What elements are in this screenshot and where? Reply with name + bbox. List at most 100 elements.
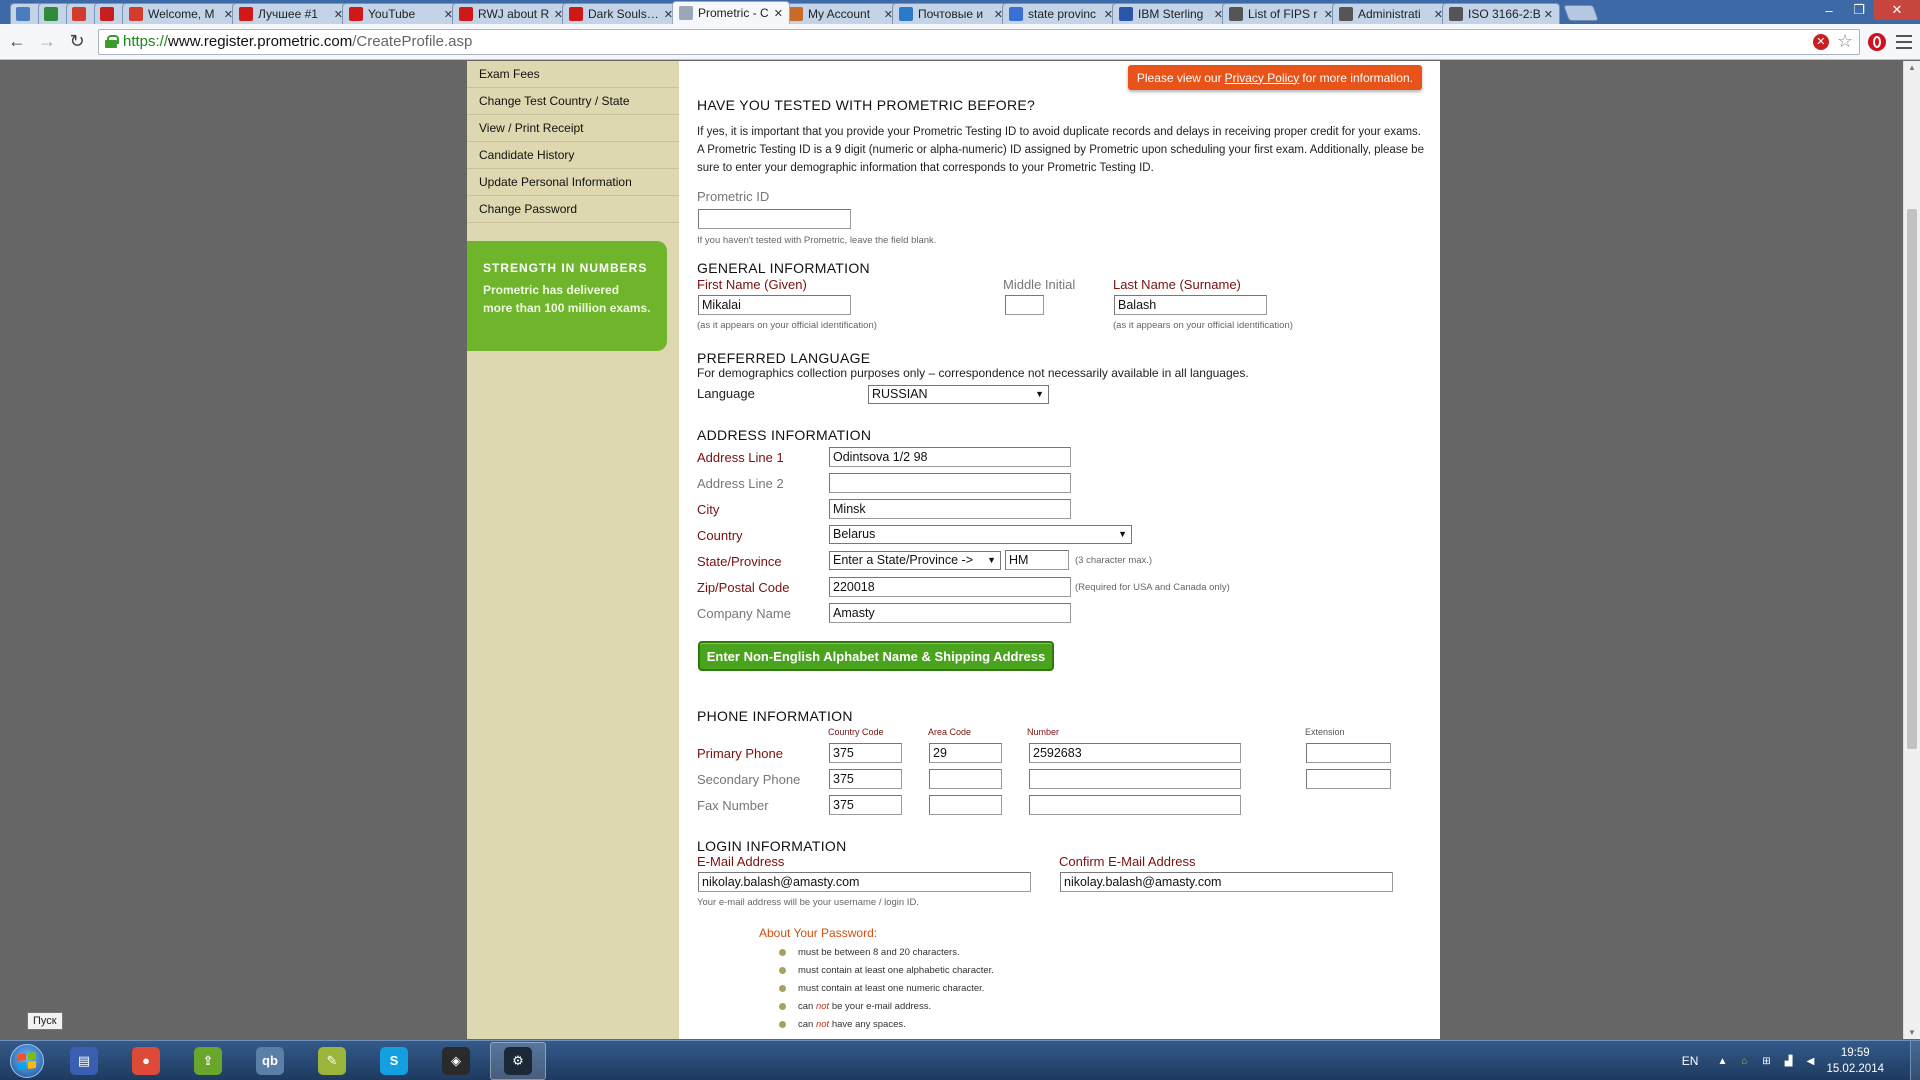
window-close-icon[interactable]: ✕ xyxy=(1874,0,1920,20)
phone-area-input[interactable] xyxy=(929,795,1002,815)
browser-tab[interactable]: Dark Souls: P ✕ xyxy=(562,3,680,24)
reload-icon[interactable]: ↻ xyxy=(64,29,90,55)
phone-number-input[interactable] xyxy=(1029,743,1241,763)
phone-country-input[interactable] xyxy=(829,769,902,789)
network-icon[interactable]: ▟ xyxy=(1782,1055,1794,1067)
sidebar-link[interactable]: Exam Fees xyxy=(467,61,679,88)
browser-tab[interactable]: Почтовые и ✕ xyxy=(892,3,1010,24)
taskbar-app[interactable]: ✎ xyxy=(304,1042,360,1080)
browser-tab[interactable]: state provinc ✕ xyxy=(1002,3,1120,24)
language-indicator[interactable]: EN xyxy=(1682,1054,1699,1068)
zip-input[interactable] xyxy=(829,577,1071,597)
address-line1-input[interactable] xyxy=(829,447,1071,467)
phone-heading: PHONE INFORMATION xyxy=(697,708,853,724)
sidebar-link[interactable]: Update Personal Information xyxy=(467,169,679,196)
start-button[interactable] xyxy=(4,1041,50,1080)
blocked-content-icon[interactable]: ✕ xyxy=(1812,33,1829,50)
scrollbar-thumb[interactable] xyxy=(1907,209,1917,749)
volume-icon[interactable]: ◀ xyxy=(1804,1055,1816,1067)
confirm-email-input[interactable] xyxy=(1060,872,1393,892)
taskbar-app[interactable]: qb xyxy=(242,1042,298,1080)
minimize-icon[interactable]: – xyxy=(1814,0,1844,20)
chrome-icon: ● xyxy=(132,1046,160,1075)
browser-tab[interactable]: IBM Sterling ✕ xyxy=(1112,3,1230,24)
taskbar: ▤ ● ⇪ qb ✎ S ◈ ⚙ EN ▲ ⌂ ⊞ ▟ ◀ 19:59 15.02.2014 xyxy=(0,1040,1920,1080)
tray-app-icon[interactable]: ⌂ xyxy=(1738,1055,1750,1067)
opera-extension-icon[interactable] xyxy=(1868,32,1886,51)
country-select[interactable]: Belarus ▼ xyxy=(829,525,1132,544)
sidebar-link[interactable]: Change Password xyxy=(467,196,679,223)
phone-number-input[interactable] xyxy=(1029,795,1241,815)
menu-icon[interactable] xyxy=(1896,34,1912,49)
tray-device-icon[interactable]: ⊞ xyxy=(1760,1055,1772,1067)
maximize-icon[interactable]: ❐ xyxy=(1844,0,1874,20)
back-arrow-icon[interactable]: ← xyxy=(4,29,30,55)
taskbar-app[interactable]: S xyxy=(366,1042,422,1080)
browser-tab[interactable]: Лучшее #1 ✕ xyxy=(232,3,350,24)
forward-arrow-icon[interactable]: → xyxy=(34,29,60,55)
taskbar-app[interactable]: ⚙ xyxy=(490,1041,546,1080)
company-input[interactable] xyxy=(829,603,1071,623)
tab-label: YouTube xyxy=(368,7,416,21)
state-select[interactable]: Enter a State/Province -> ▼ xyxy=(829,551,1001,570)
browser-tab[interactable]: My Account ✕ xyxy=(782,3,900,24)
tab-close-icon[interactable]: ✕ xyxy=(1544,8,1553,21)
tracker-icon xyxy=(44,7,58,21)
tab-label: Prometric - C xyxy=(698,6,769,20)
privacy-prefix: Please view our xyxy=(1136,70,1222,85)
browser-tab[interactable]: Prometric - C ✕ xyxy=(672,1,790,24)
scroll-up-icon[interactable]: ▲ xyxy=(1908,63,1916,72)
privacy-policy-link[interactable]: Privacy Policy xyxy=(1225,71,1300,85)
rule-text: be your e-mail address. xyxy=(829,1001,932,1012)
bookmark-star-icon[interactable]: ☆ xyxy=(1837,31,1853,52)
city-input[interactable] xyxy=(829,499,1071,519)
url-scheme: https:// xyxy=(123,33,169,50)
sidebar-link[interactable]: Change Test Country / State xyxy=(467,88,679,115)
prometric-id-input[interactable] xyxy=(698,209,851,229)
taskbar-app[interactable]: ⇪ xyxy=(180,1042,236,1080)
browser-tab[interactable]: ISO 3166-2:B ✕ xyxy=(1442,3,1560,24)
address-bar[interactable]: https:// www.register.prometric.com /Cre… xyxy=(98,28,1860,55)
tab-label: Administrati xyxy=(1358,7,1421,21)
phone-area-input[interactable] xyxy=(929,743,1002,763)
first-name-input[interactable] xyxy=(698,295,851,315)
sidebar-link[interactable]: View / Print Receipt xyxy=(467,115,679,142)
new-tab-button[interactable] xyxy=(1563,5,1599,21)
phone-col-country: Country Code xyxy=(828,727,884,737)
scroll-down-icon[interactable]: ▼ xyxy=(1908,1028,1916,1037)
tray-expand-icon[interactable]: ▲ xyxy=(1716,1055,1728,1067)
browser-tab[interactable]: RWJ about R ✕ xyxy=(452,3,570,24)
browser-tab[interactable]: YouTube ✕ xyxy=(342,3,460,24)
wikipedia-icon xyxy=(1229,7,1243,21)
youtube-icon xyxy=(459,7,473,21)
language-select[interactable]: RUSSIAN ▼ xyxy=(868,385,1049,404)
last-name-input[interactable] xyxy=(1114,295,1267,315)
dropdown-caret-icon: ▼ xyxy=(1118,529,1127,539)
sidebar-link[interactable]: Candidate History xyxy=(467,142,679,169)
non-english-address-button[interactable]: Enter Non-English Alphabet Name & Shippi… xyxy=(698,641,1054,671)
phone-number-input[interactable] xyxy=(1029,769,1241,789)
tab-close-icon[interactable]: ✕ xyxy=(774,7,783,20)
language-note: For demographics collection purposes onl… xyxy=(697,366,1249,380)
email-input[interactable] xyxy=(698,872,1031,892)
page-viewport: Exam Fees Change Test Country / State View… xyxy=(0,61,1903,1039)
page-scrollbar[interactable]: ▲ ▼ xyxy=(1903,61,1920,1039)
phone-country-input[interactable] xyxy=(829,743,902,763)
clock[interactable]: 19:59 15.02.2014 xyxy=(1826,1045,1884,1077)
browser-tab[interactable]: List of FIPS r ✕ xyxy=(1222,3,1340,24)
country-label: Country xyxy=(697,528,743,543)
taskbar-app[interactable]: ● xyxy=(118,1042,174,1080)
state-input[interactable] xyxy=(1005,550,1069,570)
phone-area-input[interactable] xyxy=(929,769,1002,789)
browser-tab[interactable]: Administrati ✕ xyxy=(1332,3,1450,24)
browser-tab[interactable]: Welcome, M ✕ xyxy=(122,3,240,24)
phone-ext-input[interactable] xyxy=(1306,743,1391,763)
rule-text: must be between 8 and 20 characters. xyxy=(798,947,960,958)
middle-initial-input[interactable] xyxy=(1005,295,1044,315)
phone-ext-input[interactable] xyxy=(1306,769,1391,789)
taskbar-app[interactable]: ◈ xyxy=(428,1042,484,1080)
address-line2-input[interactable] xyxy=(829,473,1071,493)
show-desktop-button[interactable] xyxy=(1910,1041,1920,1080)
taskbar-app[interactable]: ▤ xyxy=(56,1042,112,1080)
phone-country-input[interactable] xyxy=(829,795,902,815)
